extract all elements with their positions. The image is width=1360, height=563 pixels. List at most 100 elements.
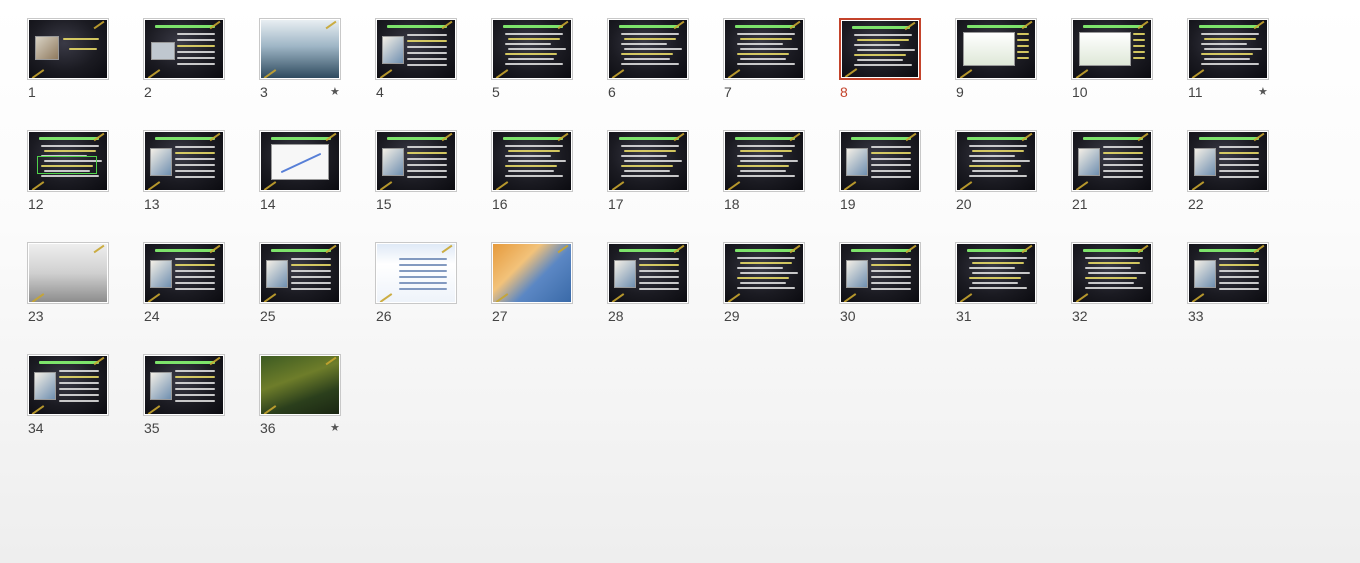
slide-sorter-pane[interactable]: 1 2 3 ★ 4 5 6 7 8 9 10 11 ★ 12 13 14 15 16 17 18 19 20 21 22 23 2… [0, 0, 1360, 563]
slide-thumbnail[interactable]: 18 [723, 130, 839, 234]
slide-preview[interactable] [27, 18, 109, 80]
thumb-text-line [972, 262, 1024, 264]
slide-preview[interactable] [607, 242, 689, 304]
transition-star-icon[interactable]: ★ [330, 85, 340, 99]
slide-thumbnail[interactable]: 16 [491, 130, 607, 234]
thumb-text-line [972, 282, 1018, 284]
slide-thumbnail[interactable]: 36 ★ [259, 354, 375, 458]
thumb-text-line [1133, 45, 1145, 47]
slide-thumbnail[interactable]: 5 [491, 18, 607, 122]
slide-thumbnail[interactable]: 13 [143, 130, 259, 234]
slide-thumbnail[interactable]: 25 [259, 242, 375, 346]
slide-preview[interactable] [375, 130, 457, 192]
thumb-image [846, 260, 868, 288]
thumb-text-line [737, 43, 783, 45]
slide-thumbnail[interactable]: 31 [955, 242, 1071, 346]
slide-thumbnail[interactable]: 28 [607, 242, 723, 346]
slide-thumbnail[interactable]: 2 [143, 18, 259, 122]
slide-thumbnail[interactable]: 34 [27, 354, 143, 458]
slide-preview[interactable] [259, 130, 341, 192]
slide-thumbnail[interactable]: 21 [1071, 130, 1187, 234]
slide-preview-image [609, 244, 687, 302]
thumb-image [34, 372, 56, 400]
slide-thumbnail[interactable]: 27 [491, 242, 607, 346]
slide-number: 22 [1188, 196, 1204, 212]
thumb-text-line [871, 152, 911, 154]
transition-star-icon[interactable]: ★ [1258, 85, 1268, 99]
slide-preview[interactable] [607, 18, 689, 80]
slide-preview[interactable] [1071, 18, 1153, 80]
thumb-title-bar [39, 137, 99, 140]
slide-preview[interactable] [491, 18, 573, 80]
slide-thumbnail[interactable]: 15 [375, 130, 491, 234]
slide-number: 32 [1072, 308, 1088, 324]
slide-preview[interactable] [607, 130, 689, 192]
slide-thumbnail[interactable]: 8 [839, 18, 955, 122]
slide-preview[interactable] [143, 242, 225, 304]
slide-thumbnail[interactable]: 1 [27, 18, 143, 122]
slide-preview[interactable] [955, 18, 1037, 80]
transition-star-icon[interactable]: ★ [330, 421, 340, 435]
slide-preview[interactable] [1071, 242, 1153, 304]
thumb-title-bar [619, 137, 679, 140]
slide-thumbnail[interactable]: 29 [723, 242, 839, 346]
slide-thumbnail[interactable]: 14 [259, 130, 375, 234]
slide-thumbnail[interactable]: 22 [1187, 130, 1303, 234]
slide-preview[interactable] [259, 18, 341, 80]
thumb-title-bar [967, 25, 1027, 28]
slide-preview[interactable] [27, 242, 109, 304]
slide-preview-image [493, 132, 571, 190]
slide-preview[interactable] [723, 130, 805, 192]
slide-thumbnail[interactable]: 4 [375, 18, 491, 122]
slide-thumbnail[interactable]: 26 [375, 242, 491, 346]
slide-thumbnail[interactable]: 35 [143, 354, 259, 458]
thumb-text-line [1103, 170, 1143, 172]
slide-thumbnail[interactable]: 11 ★ [1187, 18, 1303, 122]
slide-preview[interactable] [375, 242, 457, 304]
slide-preview[interactable] [375, 18, 457, 80]
slide-thumbnail[interactable]: 6 [607, 18, 723, 122]
thumb-text-line [1219, 288, 1259, 290]
slide-thumbnail[interactable]: 9 [955, 18, 1071, 122]
slide-preview[interactable] [955, 242, 1037, 304]
slide-preview[interactable] [491, 130, 573, 192]
slide-thumbnail[interactable]: 23 [27, 242, 143, 346]
slide-preview[interactable] [491, 242, 573, 304]
slide-thumbnail[interactable]: 19 [839, 130, 955, 234]
slide-thumbnail[interactable]: 10 [1071, 18, 1187, 122]
thumb-text-line [737, 287, 795, 289]
slide-thumbnail[interactable]: 20 [955, 130, 1071, 234]
slide-number: 13 [144, 196, 160, 212]
slide-preview[interactable] [839, 18, 921, 80]
slide-preview[interactable] [143, 18, 225, 80]
slide-preview[interactable] [723, 242, 805, 304]
slide-thumbnail[interactable]: 24 [143, 242, 259, 346]
slide-preview-image [29, 244, 107, 302]
slide-thumbnail[interactable]: 17 [607, 130, 723, 234]
slide-preview[interactable] [27, 354, 109, 416]
slide-thumbnail[interactable]: 30 [839, 242, 955, 346]
slide-thumbnail[interactable]: 33 [1187, 242, 1303, 346]
slide-preview[interactable] [1071, 130, 1153, 192]
slide-thumbnail[interactable]: 12 [27, 130, 143, 234]
slide-preview[interactable] [259, 242, 341, 304]
slide-preview[interactable] [1187, 242, 1269, 304]
slide-preview[interactable] [839, 242, 921, 304]
slide-preview[interactable] [1187, 130, 1269, 192]
thumb-text-line [871, 276, 911, 278]
slide-preview[interactable] [259, 354, 341, 416]
slide-preview[interactable] [955, 130, 1037, 192]
slide-preview[interactable] [723, 18, 805, 80]
slide-preview[interactable] [839, 130, 921, 192]
thumb-title-bar [503, 137, 563, 140]
slide-preview[interactable] [27, 130, 109, 192]
slide-preview[interactable] [1187, 18, 1269, 80]
slide-preview[interactable] [143, 354, 225, 416]
slide-thumbnail[interactable]: 3 ★ [259, 18, 375, 122]
thumb-text-line [407, 176, 447, 178]
thumb-text-line [624, 58, 670, 60]
slide-thumbnail[interactable]: 7 [723, 18, 839, 122]
slide-preview[interactable] [143, 130, 225, 192]
slide-thumbnail[interactable]: 32 [1071, 242, 1187, 346]
thumb-title-bar [1083, 137, 1143, 140]
